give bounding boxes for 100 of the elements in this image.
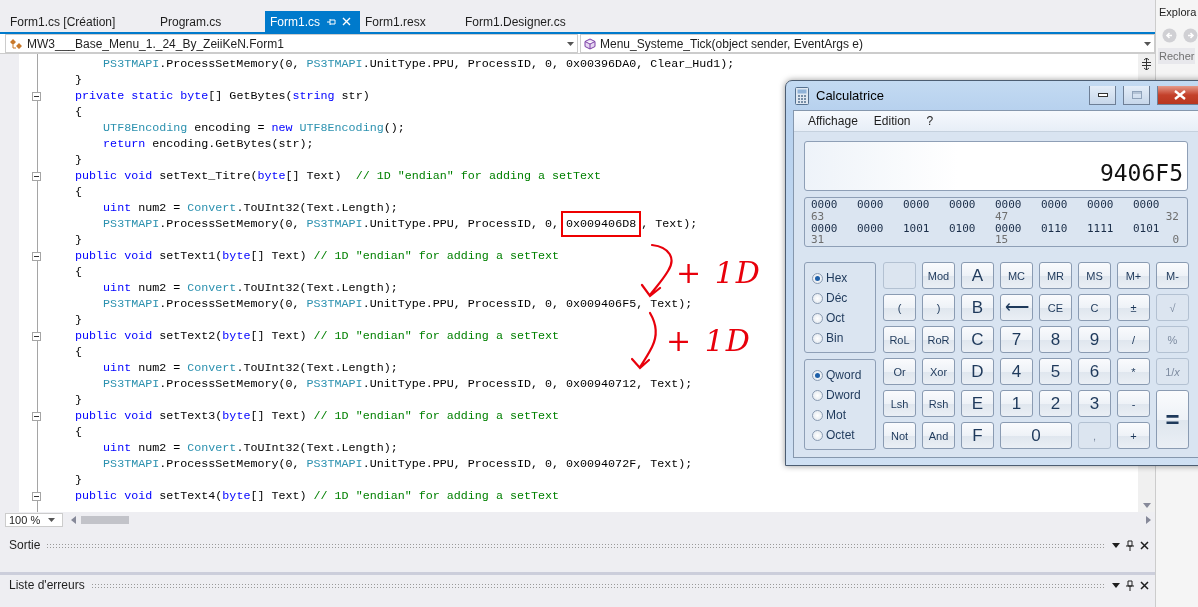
pin-icon[interactable] — [1126, 539, 1134, 551]
calculator-key[interactable]: MR — [1039, 262, 1072, 289]
caret-icon[interactable] — [1112, 542, 1120, 548]
split-icon[interactable] — [1141, 58, 1152, 70]
calculator-key[interactable]: 6 — [1078, 358, 1111, 385]
calculator-key[interactable]: D — [961, 358, 994, 385]
calculator-key[interactable]: Not — [883, 422, 916, 449]
close-icon[interactable] — [1140, 580, 1149, 590]
collapse-icon[interactable] — [32, 171, 41, 181]
calculator-key[interactable]: * — [1117, 358, 1150, 385]
collapse-icon[interactable] — [32, 491, 41, 501]
editor-tab[interactable]: Program.cs — [155, 11, 265, 32]
editor-tab[interactable]: Form1.cs — [265, 11, 360, 32]
calculator-key[interactable]: / — [1117, 326, 1150, 353]
search-field[interactable]: Recher — [1158, 48, 1196, 64]
calculator-key[interactable]: + — [1117, 422, 1150, 449]
calculator-key[interactable]: 5 — [1039, 358, 1072, 385]
pin-icon[interactable] — [1126, 579, 1134, 591]
code-line: PS3TMAPI.ProcessSetMemory(0, PS3TMAPI.UnitType.PPU, ProcessID, 0, 0x00940712, Text); — [102, 376, 693, 392]
calculator-key[interactable]: - — [1117, 390, 1150, 417]
calculator-key[interactable]: 9 — [1078, 326, 1111, 353]
radio-button[interactable] — [812, 332, 823, 344]
calculator-key[interactable]: 3 — [1078, 390, 1111, 417]
minimize-button[interactable] — [1089, 86, 1116, 105]
calculator-key[interactable]: CE — [1039, 294, 1072, 321]
radio-button[interactable] — [812, 369, 823, 381]
calculator-key[interactable]: 0 — [1000, 422, 1072, 449]
calculator-key[interactable]: = — [1156, 390, 1189, 449]
calculator-key[interactable]: MS — [1078, 262, 1111, 289]
calculator-key[interactable]: M+ — [1117, 262, 1150, 289]
editor-tab[interactable]: Form1.Designer.cs — [460, 11, 600, 32]
calculator-key[interactable]: 4 — [1000, 358, 1033, 385]
calculator-key[interactable]: 8 — [1039, 326, 1072, 353]
bit-group: 0000 — [811, 222, 857, 235]
calculator-key[interactable]: And — [922, 422, 955, 449]
member-dropdown[interactable]: Menu_Systeme_Tick(object sender, EventArgs e) — [580, 34, 1155, 53]
calculator-key[interactable]: B — [961, 294, 994, 321]
radio-button[interactable] — [812, 429, 823, 441]
editor-tab[interactable]: Form1.resx — [360, 11, 460, 32]
handwritten-note: + 1D — [676, 254, 762, 290]
bit-group: 0000 — [1133, 199, 1179, 211]
class-dropdown[interactable]: MW3___Base_Menu_1._24_By_ZeiiKeN.Form1 — [5, 34, 578, 53]
calculator-key[interactable]: MC — [1000, 262, 1033, 289]
radio-option[interactable]: Qword — [812, 365, 875, 385]
collapse-icon[interactable] — [32, 411, 41, 421]
caret-icon[interactable] — [1112, 582, 1120, 588]
collapse-icon[interactable] — [32, 91, 41, 101]
scroll-right-icon[interactable] — [1146, 515, 1151, 524]
calculator-key[interactable]: RoR — [922, 326, 955, 353]
editor-tab[interactable]: Form1.cs [Création] — [5, 11, 155, 32]
radio-button[interactable] — [812, 409, 823, 421]
calculator-key[interactable]: C — [1078, 294, 1111, 321]
bit-group: 0000 — [1087, 199, 1133, 211]
calculator-key[interactable]: M- — [1156, 262, 1189, 289]
calculator-key[interactable]: Rsh — [922, 390, 955, 417]
radio-button[interactable] — [812, 272, 823, 284]
calculator-key[interactable]: Or — [883, 358, 916, 385]
calculator-key[interactable]: ± — [1117, 294, 1150, 321]
radio-option[interactable]: Oct — [812, 308, 875, 328]
calculator-key[interactable]: ( — [883, 294, 916, 321]
radio-option[interactable]: Hex — [812, 268, 875, 288]
code-line: PS3TMAPI.ProcessSetMemory(0, PS3TMAPI.UnitType.PPU, ProcessID, 0, 0x0094072F, Text); — [102, 456, 693, 472]
radio-button[interactable] — [812, 389, 823, 401]
radio-option[interactable]: Dword — [812, 385, 875, 405]
menu-item[interactable]: Affichage — [800, 114, 866, 128]
close-icon[interactable] — [1140, 540, 1149, 550]
calculator-key[interactable]: Mod — [922, 262, 955, 289]
calculator-key[interactable]: E — [961, 390, 994, 417]
scroll-down-icon[interactable] — [1142, 503, 1151, 508]
calculator-key[interactable]: RoL — [883, 326, 916, 353]
collapse-icon[interactable] — [32, 251, 41, 261]
radio-option[interactable]: Mot — [812, 405, 875, 425]
calculator-key[interactable]: 7 — [1000, 326, 1033, 353]
handwritten-note: + 1D — [666, 322, 752, 358]
scroll-left-icon[interactable] — [71, 515, 76, 524]
calculator-key[interactable]: Xor — [922, 358, 955, 385]
maximize-button[interactable] — [1123, 86, 1150, 105]
radio-option[interactable]: Déc — [812, 288, 875, 308]
scroll-thumb[interactable] — [81, 515, 129, 524]
calculator-key[interactable]: Lsh — [883, 390, 916, 417]
calculator-key[interactable]: F — [961, 422, 994, 449]
close-button[interactable] — [1157, 86, 1198, 105]
menu-item[interactable]: ? — [918, 114, 942, 128]
zoom-dropdown[interactable]: 100 % — [5, 512, 63, 527]
bit-group: 0000 — [903, 199, 949, 211]
bit-index: 0 — [1171, 234, 1179, 246]
radio-button[interactable] — [812, 292, 823, 304]
radio-button[interactable] — [812, 312, 823, 324]
calculator-key[interactable]: 1 — [1000, 390, 1033, 417]
radio-option[interactable]: Octet — [812, 425, 875, 445]
radio-option[interactable]: Bin — [812, 328, 875, 348]
calculator-key[interactable]: ) — [922, 294, 955, 321]
collapse-icon[interactable] — [32, 331, 41, 341]
calculator-key[interactable]: C — [961, 326, 994, 353]
caret-icon — [567, 41, 574, 46]
cube-icon — [584, 37, 596, 50]
calculator-key[interactable]: A — [961, 262, 994, 289]
calculator-key[interactable]: ⟵ — [1000, 294, 1033, 321]
menu-item[interactable]: Edition — [865, 114, 919, 128]
calculator-key[interactable]: 2 — [1039, 390, 1072, 417]
